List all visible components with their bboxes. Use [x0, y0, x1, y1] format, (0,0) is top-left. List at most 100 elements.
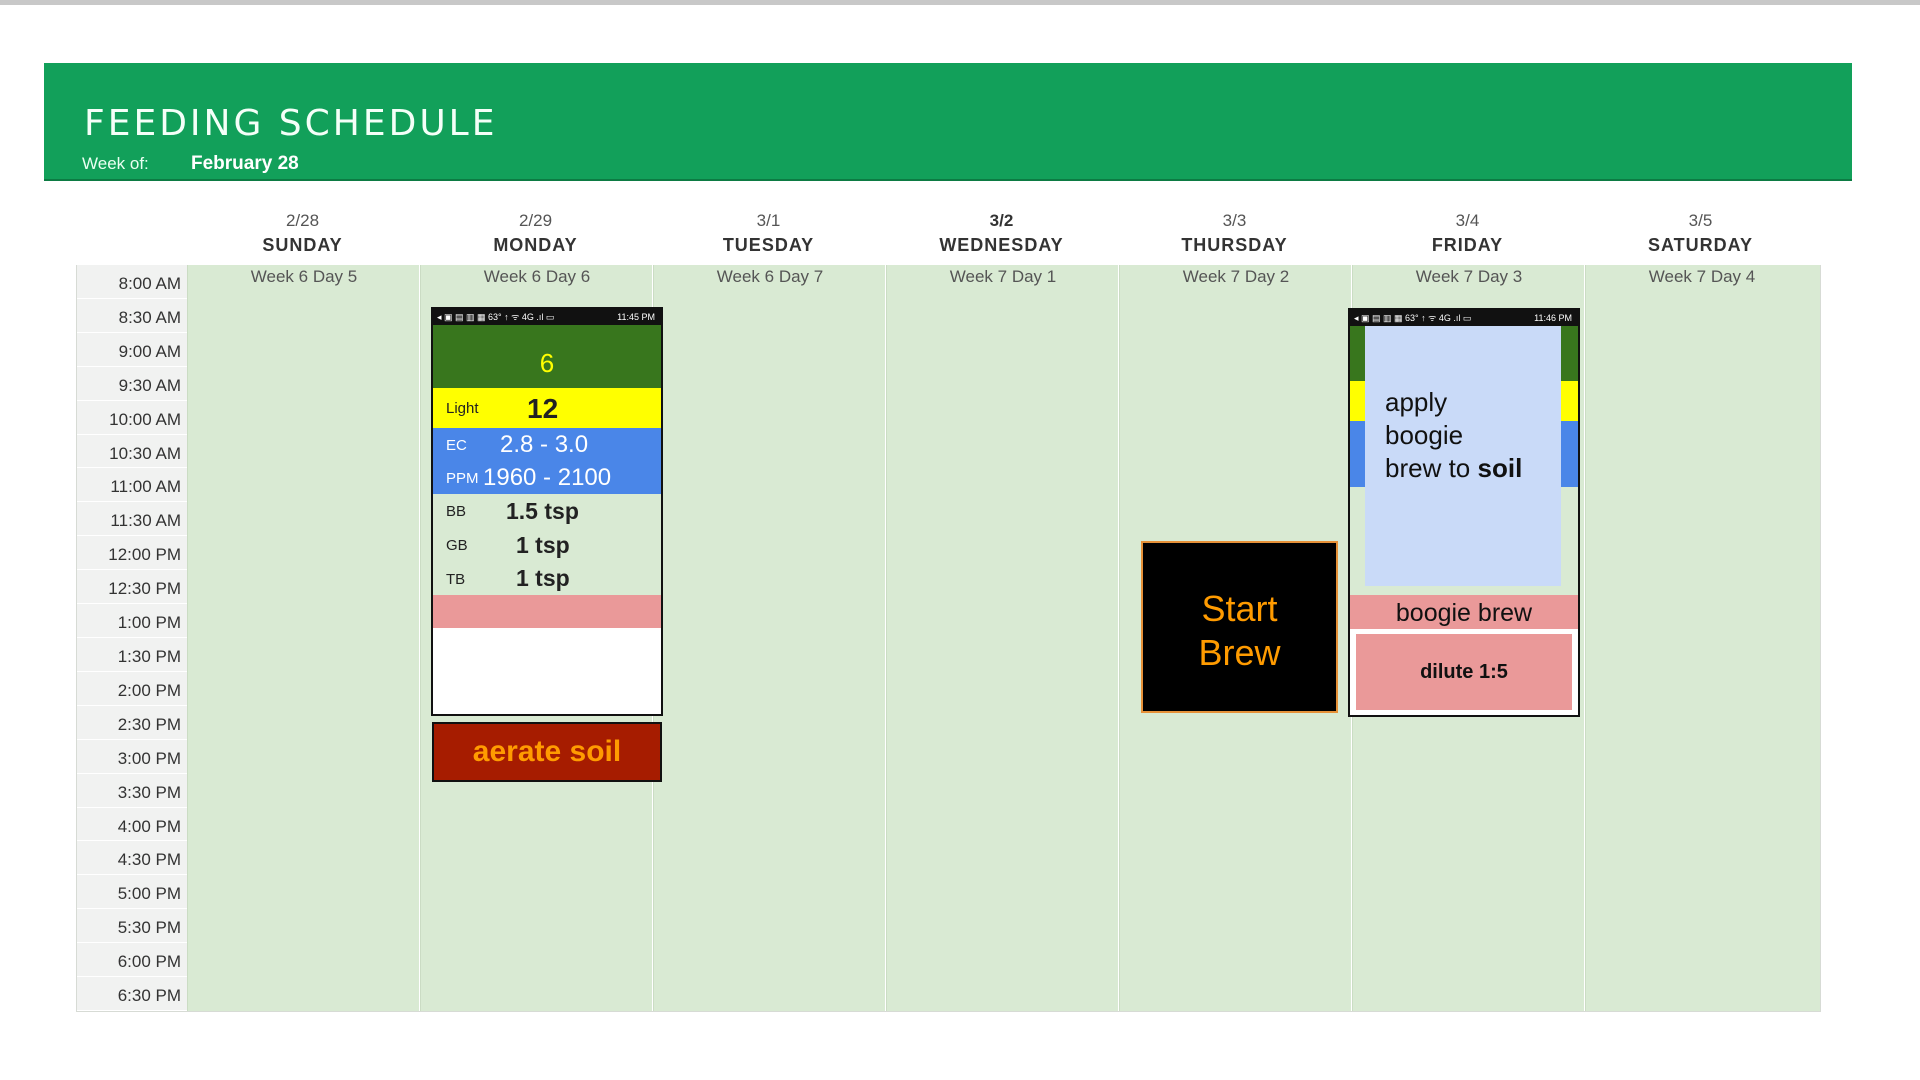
friday-feeding-card[interactable]: ◂ ▣ ▤ ▥ ▦ 63° ↑ ᯤ 4G .ıl ▭ 11:46 PM appl…: [1348, 308, 1580, 717]
note-line2: boogie: [1385, 420, 1464, 450]
gb-label: GB: [446, 537, 468, 554]
time-column: 8:00 AM 8:30 AM 9:00 AM 9:30 AM 10:00 AM 10:3…: [77, 265, 187, 1011]
day-header-tuesday: 3/1 TUESDAY: [652, 210, 885, 258]
bb-label: BB: [446, 503, 467, 520]
week-day-label: Week 6 Day 7: [716, 267, 824, 286]
week-number: 6: [539, 348, 555, 378]
time-slot-label: 8:00 AM: [77, 265, 187, 299]
day-header-sunday: 2/28 SUNDAY: [186, 210, 419, 258]
page-title: FEEDING SCHEDULE: [84, 103, 498, 144]
day-date: 3/5: [1688, 211, 1713, 230]
monday-feeding-card[interactable]: ◂ ▣ ▤ ▥ ▦ 63° ↑ ᯤ 4G .ıl ▭ 11:45 PM 6 Li…: [431, 307, 663, 716]
time-slot-label: 6:00 PM: [77, 943, 187, 978]
day-date: 2/29: [518, 211, 553, 230]
time-slot-label: 10:00 AM: [77, 401, 187, 435]
ppm-row: PPM 1960 - 2100: [433, 461, 661, 494]
light-row: Light 12: [433, 388, 661, 428]
time-slot-label: 12:30 PM: [77, 570, 187, 605]
top-border: [0, 0, 1920, 5]
time-slot-label: 10:30 AM: [77, 435, 187, 469]
status-icons: ◂ ▣ ▤ ▥ ▦ 63° ↑ ᯤ 4G .ıl ▭: [1354, 313, 1472, 323]
week-day-label: Week 6 Day 6: [483, 267, 591, 286]
time-slot-label: 11:00 AM: [77, 468, 187, 503]
note-line3: brew to soil: [1385, 452, 1522, 485]
note-line3-text: brew to: [1385, 453, 1478, 483]
day-header-monday: 2/29 MONDAY: [419, 210, 652, 258]
aerate-soil-event[interactable]: aerate soil: [432, 722, 662, 782]
light-label: Light: [446, 400, 479, 417]
note-line1: apply: [1385, 387, 1448, 417]
pink-row: [433, 595, 661, 628]
day-date: 3/3: [1222, 211, 1247, 230]
day-header-thursday: 3/3 THURSDAY: [1118, 210, 1351, 258]
ppm-value: 1960 - 2100: [483, 464, 612, 491]
note-line3-bold: soil: [1477, 453, 1523, 483]
time-slot-label: 1:30 PM: [77, 638, 187, 672]
start-brew-line2: Brew: [1198, 632, 1281, 673]
ec-label: EC: [446, 437, 467, 454]
day-header-friday: 3/4 FRIDAY: [1351, 210, 1584, 258]
ec-value: 2.8 - 3.0: [500, 431, 589, 458]
nutrient-rows: BB 1.5 tsp GB 1 tsp TB 1 tsp: [433, 494, 661, 595]
day-column-sunday[interactable]: Week 6 Day 5: [187, 265, 419, 1011]
week-number-band: 6: [433, 325, 661, 388]
time-slot-label: 2:30 PM: [77, 706, 187, 740]
day-name: THURSDAY: [1181, 235, 1288, 255]
phone-status-bar: ◂ ▣ ▤ ▥ ▦ 63° ↑ ᯤ 4G .ıl ▭ 11:46 PM: [1350, 310, 1578, 326]
dilute-frame: dilute 1:5: [1350, 629, 1578, 715]
time-slot-label: 3:00 PM: [77, 740, 187, 774]
phone-status-bar: ◂ ▣ ▤ ▥ ▦ 63° ↑ ᯤ 4G .ıl ▭ 11:45 PM: [433, 309, 661, 325]
time-slot-label: 4:00 PM: [77, 808, 187, 842]
time-slot-label: 5:30 PM: [77, 909, 187, 944]
time-slot-label: 9:30 AM: [77, 367, 187, 401]
day-column-saturday[interactable]: Week 7 Day 4: [1585, 265, 1820, 1011]
day-date: 3/4: [1455, 211, 1480, 230]
day-name: SATURDAY: [1647, 235, 1753, 255]
day-column-tuesday[interactable]: Week 6 Day 7: [653, 265, 885, 1011]
week-day-label: Week 6 Day 5: [250, 267, 358, 286]
bb-value: 1.5 tsp: [506, 498, 579, 524]
time-slot-label: 9:00 AM: [77, 333, 187, 367]
start-brew-event[interactable]: Start Brew: [1141, 541, 1338, 713]
day-name: FRIDAY: [1431, 235, 1504, 255]
status-time: 11:45 PM: [617, 312, 655, 322]
ec-row: EC 2.8 - 3.0: [433, 428, 661, 461]
day-name: MONDAY: [493, 235, 578, 255]
day-name: WEDNESDAY: [939, 235, 1064, 255]
tb-label: TB: [446, 571, 466, 588]
schedule-header: FEEDING SCHEDULE Week of: February 28: [44, 63, 1852, 181]
day-date: 2/28: [285, 211, 320, 230]
day-header-wednesday: 3/2 WEDNESDAY: [885, 210, 1118, 258]
day-name: TUESDAY: [722, 235, 815, 255]
time-slot-label: 6:30 PM: [77, 977, 187, 1011]
gb-value: 1 tsp: [516, 532, 570, 558]
time-slot-label: 1:00 PM: [77, 604, 187, 638]
week-day-label: Week 7 Day 3: [1415, 267, 1523, 286]
time-slot-label: 11:30 AM: [77, 502, 187, 537]
day-column-wednesday[interactable]: Week 7 Day 1: [886, 265, 1118, 1011]
week-of-value[interactable]: February 28: [191, 153, 299, 175]
week-day-label: Week 7 Day 4: [1648, 267, 1756, 286]
note-box: apply boogie brew to soil: [1365, 326, 1561, 586]
time-slot-label: 5:00 PM: [77, 875, 187, 910]
boogie-brew-row: boogie brew: [1350, 595, 1578, 629]
start-brew-line1: Start: [1201, 588, 1278, 629]
dilute-box: dilute 1:5: [1356, 634, 1572, 710]
tb-value: 1 tsp: [516, 565, 570, 591]
status-time: 11:46 PM: [1534, 313, 1572, 323]
time-slot-label: 3:30 PM: [77, 774, 187, 808]
time-slot-label: 2:00 PM: [77, 672, 187, 706]
time-slot-label: 12:00 PM: [77, 536, 187, 571]
week-day-label: Week 7 Day 1: [949, 267, 1057, 286]
time-slot-label: 8:30 AM: [77, 299, 187, 333]
week-day-label: Week 7 Day 2: [1182, 267, 1290, 286]
ppm-label: PPM: [446, 470, 479, 487]
day-date: 3/1: [756, 211, 781, 230]
day-name: SUNDAY: [262, 235, 343, 255]
time-slot-label: 4:30 PM: [77, 841, 187, 876]
day-date: 3/2: [989, 211, 1014, 230]
week-of-label: Week of:: [82, 154, 149, 173]
day-header-saturday: 3/5 SATURDAY: [1584, 210, 1817, 258]
light-value: 12: [527, 393, 559, 424]
status-icons: ◂ ▣ ▤ ▥ ▦ 63° ↑ ᯤ 4G .ıl ▭: [437, 312, 555, 322]
